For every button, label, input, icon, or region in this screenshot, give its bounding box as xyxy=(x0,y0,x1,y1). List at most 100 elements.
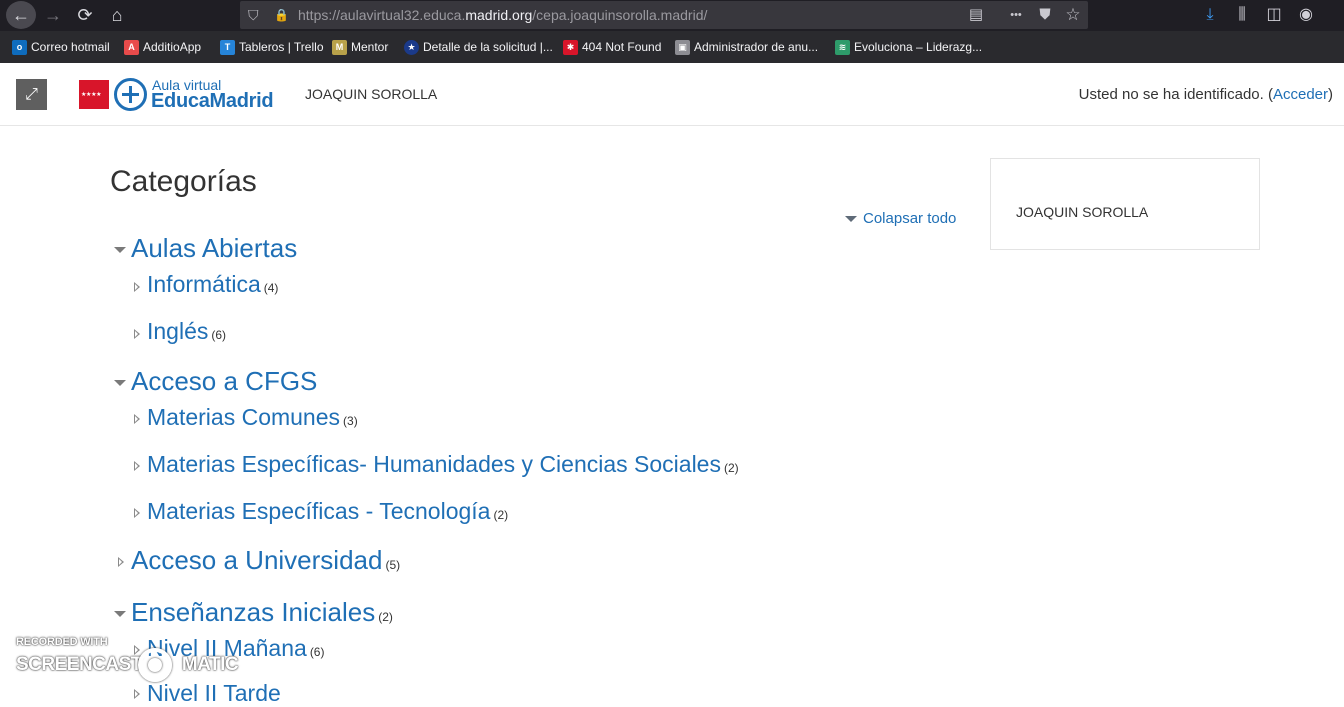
side-block-text: JOAQUIN SOROLLA xyxy=(1016,204,1149,220)
bookmark-label: Correo hotmail xyxy=(31,40,110,54)
category-item[interactable]: Enseñanzas Iniciales (2) xyxy=(131,597,393,628)
fullscreen-toggle-icon[interactable]: ⤢ xyxy=(16,79,47,110)
account-icon[interactable]: ◉ xyxy=(1294,3,1318,27)
sidebar-icon[interactable]: ◫ xyxy=(1262,3,1286,27)
bookmark-label: Administrador de anu... xyxy=(694,40,819,54)
subcategory-item[interactable]: Materias Específicas - Tecnología (2) xyxy=(147,498,508,525)
address-bar[interactable]: ⛉ 🔒 https://aulavirtual32.educa.madrid.o… xyxy=(240,1,1088,29)
category-count: (5) xyxy=(385,558,401,572)
bookmark-star-icon[interactable]: ☆ xyxy=(1062,1,1084,29)
flag-stars: ★ ★ ★ ★ xyxy=(81,92,102,98)
category-item[interactable]: Acceso a Universidad (5) xyxy=(131,545,400,576)
login-status-text: Usted no se ha identificado. ( xyxy=(1078,86,1273,103)
collapse-all-label: Colapsar todo xyxy=(863,210,957,227)
login-info: Usted no se ha identificado. (Acceder) xyxy=(1079,86,1333,103)
category-label[interactable]: Aulas Abiertas xyxy=(131,233,297,264)
watermark-word1: SCREENCAST xyxy=(16,654,142,675)
category-item[interactable]: Acceso a CFGS xyxy=(131,366,320,397)
collapsed-triangle-icon[interactable] xyxy=(134,508,140,518)
collapsed-triangle-icon[interactable] xyxy=(118,557,124,567)
collapse-triangle-icon xyxy=(845,215,857,222)
bookmark-trello[interactable]: T Tableros | Trello xyxy=(220,31,324,63)
category-label[interactable]: Materias Específicas- Humanidades y Cien… xyxy=(147,451,721,478)
bookmark-label: AdditioApp xyxy=(143,40,202,54)
collapsed-triangle-icon[interactable] xyxy=(134,414,140,424)
category-label[interactable]: Enseñanzas Iniciales xyxy=(131,597,375,628)
category-count: (6) xyxy=(309,645,325,659)
collapsed-triangle-icon[interactable] xyxy=(134,461,140,471)
forward-icon[interactable]: → xyxy=(40,3,66,27)
screencast-logo-icon xyxy=(138,648,172,682)
site-name[interactable]: JOAQUIN SOROLLA xyxy=(305,86,437,102)
expanded-triangle-icon[interactable] xyxy=(114,611,126,617)
browser-toolbar: ← → ⟳ ⌂ ⛉ 🔒 https://aulavirtual32.educa.… xyxy=(0,0,1344,31)
pocket-icon[interactable]: ⛊ xyxy=(1034,1,1056,29)
additio-icon: A xyxy=(124,39,139,55)
subcategory-item[interactable]: Inglés (6) xyxy=(147,318,226,345)
collapsed-triangle-icon[interactable] xyxy=(134,329,140,339)
bookmark-label: Detalle de la solicitud |... xyxy=(423,40,553,54)
category-label[interactable]: Acceso a Universidad xyxy=(131,545,382,576)
screencast-watermark: RECORDED WITH SCREENCAST MATIC xyxy=(16,634,246,694)
shield-icon[interactable]: ⛉ xyxy=(248,1,259,29)
bookmark-correo-hotmail[interactable]: o Correo hotmail xyxy=(12,31,110,63)
subcategory-item[interactable]: Materias Específicas- Humanidades y Cien… xyxy=(147,451,739,478)
site-header: ⤢ ★ ★ ★ ★ Aula virtual EducaMadrid JOAQU… xyxy=(0,63,1344,126)
back-icon[interactable]: ← xyxy=(6,1,36,29)
reload-icon[interactable]: ⟳ xyxy=(72,3,98,27)
category-label[interactable]: Informática xyxy=(147,271,261,298)
category-label[interactable]: Materias Comunes xyxy=(147,404,340,431)
reader-view-icon[interactable]: ▤ xyxy=(965,1,987,29)
collapse-all-link[interactable]: Colapsar todo xyxy=(845,210,956,227)
bookmark-label: Mentor xyxy=(351,40,389,54)
subcategory-item[interactable]: Informática (4) xyxy=(147,271,278,298)
mentor-icon: M xyxy=(332,39,347,55)
madrid-flag-logo[interactable]: ★ ★ ★ ★ xyxy=(79,80,109,109)
category-label[interactable]: Materias Específicas - Tecnología xyxy=(147,498,490,525)
category-label[interactable]: Acceso a CFGS xyxy=(131,366,317,397)
library-icon[interactable]: ⫼ xyxy=(1230,3,1254,27)
category-count: (6) xyxy=(211,328,227,342)
eu-flag-icon: ★ xyxy=(404,39,419,55)
bookmarks-bar: o Correo hotmail A AdditioApp T Tableros… xyxy=(0,31,1344,63)
lock-icon[interactable]: 🔒 xyxy=(274,1,289,29)
expanded-triangle-icon[interactable] xyxy=(114,380,126,386)
bookmark-administrador[interactable]: ▣ Administrador de anu... xyxy=(675,31,818,63)
url-text[interactable]: https://aulavirtual32.educa.madrid.org/c… xyxy=(298,1,707,29)
expanded-triangle-icon[interactable] xyxy=(114,247,126,253)
url-prefix: https://aulavirtual32.educa. xyxy=(298,7,466,23)
educamadrid-logo-icon[interactable] xyxy=(114,78,147,111)
bookmark-label: 404 Not Found xyxy=(582,40,662,54)
page-actions-icon[interactable]: ••• xyxy=(1005,1,1027,29)
login-link[interactable]: Acceder xyxy=(1273,86,1328,103)
bookmark-404[interactable]: ✱ 404 Not Found xyxy=(563,31,661,63)
bookmark-evoluciona[interactable]: ≋ Evoluciona – Liderazg... xyxy=(835,31,982,63)
logo-title[interactable]: EducaMadrid xyxy=(151,90,274,113)
trello-icon: T xyxy=(220,39,235,55)
category-count: (2) xyxy=(723,461,739,475)
bookmark-additioapp[interactable]: A AdditioApp xyxy=(124,31,201,63)
bookmark-mentor[interactable]: M Mentor xyxy=(332,31,388,63)
subcategory-item[interactable]: Materias Comunes (3) xyxy=(147,404,358,431)
category-item[interactable]: Aulas Abiertas xyxy=(131,233,300,264)
evoluciona-icon: ≋ xyxy=(835,39,850,55)
watermark-line1: RECORDED WITH xyxy=(16,636,108,648)
page-title: Categorías xyxy=(110,165,257,198)
url-domain: madrid.org xyxy=(465,7,533,23)
category-count: (3) xyxy=(343,414,358,428)
bookmark-label: Evoluciona – Liderazg... xyxy=(854,40,983,54)
bookmark-label: Tableros | Trello xyxy=(239,40,324,54)
category-count: (2) xyxy=(378,610,393,624)
side-block: JOAQUIN SOROLLA xyxy=(990,158,1260,250)
bookmark-detalle-solicitud[interactable]: ★ Detalle de la solicitud |... xyxy=(404,31,553,63)
outlook-icon: o xyxy=(12,39,27,55)
category-count: (4) xyxy=(263,281,279,295)
madrid-flag-icon: ✱ xyxy=(563,39,578,55)
category-count: (2) xyxy=(493,508,509,522)
watermark-word2: MATIC xyxy=(181,654,239,675)
download-icon[interactable]: ⤓ xyxy=(1198,3,1222,27)
page-icon: ▣ xyxy=(675,39,690,55)
home-icon[interactable]: ⌂ xyxy=(104,3,130,27)
collapsed-triangle-icon[interactable] xyxy=(134,282,140,292)
category-label[interactable]: Inglés xyxy=(147,318,208,345)
